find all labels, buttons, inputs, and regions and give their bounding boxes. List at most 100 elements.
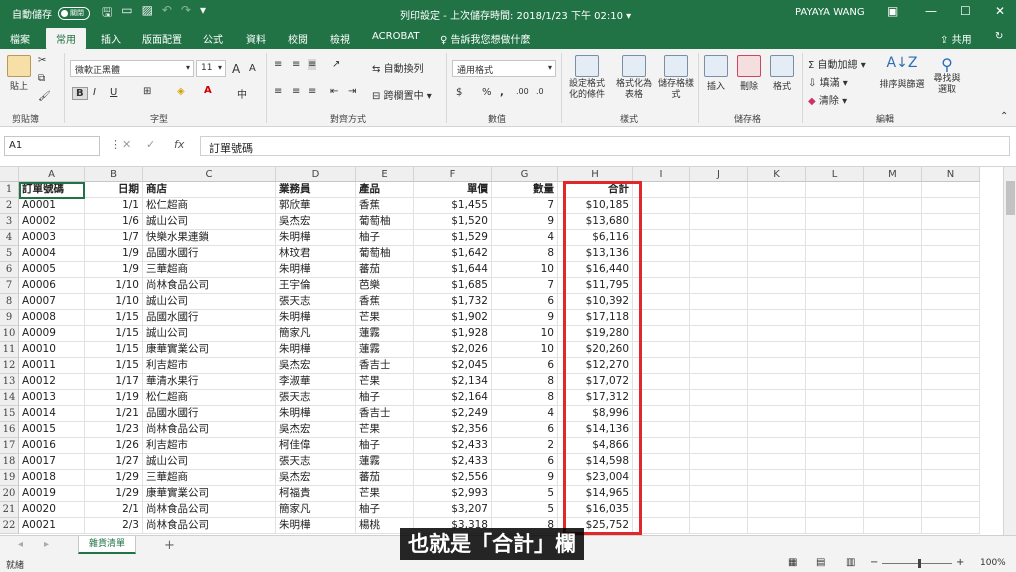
empty-cell[interactable] <box>806 182 864 198</box>
table-cell[interactable]: $2,556 <box>414 470 492 486</box>
table-cell[interactable]: 尚林食品公司 <box>143 502 276 518</box>
table-cell[interactable]: A0017 <box>19 454 85 470</box>
empty-cell[interactable] <box>748 182 806 198</box>
page-break-view-icon[interactable]: ▥ <box>846 557 855 568</box>
table-cell[interactable]: 簡家凡 <box>276 326 356 342</box>
empty-cell[interactable] <box>864 214 922 230</box>
table-cell[interactable]: 6 <box>492 454 558 470</box>
table-cell[interactable]: A0004 <box>19 246 85 262</box>
empty-cell[interactable] <box>748 326 806 342</box>
format-painter-brush-icon[interactable]: 🖌 <box>38 91 51 102</box>
table-cell[interactable]: $1,642 <box>414 246 492 262</box>
table-cell[interactable]: 蓮霧 <box>356 326 414 342</box>
empty-cell[interactable] <box>864 438 922 454</box>
table-cell[interactable]: 張天志 <box>276 454 356 470</box>
empty-cell[interactable] <box>690 326 748 342</box>
merge-center-button[interactable]: ⊟ 跨欄置中 ▾ <box>372 87 432 102</box>
empty-cell[interactable] <box>806 246 864 262</box>
table-cell[interactable]: 1/1 <box>85 198 143 214</box>
empty-cell[interactable] <box>922 214 980 230</box>
table-cell[interactable]: $2,134 <box>414 374 492 390</box>
table-cell[interactable]: 6 <box>492 422 558 438</box>
tab-data[interactable]: 資料 <box>246 31 266 46</box>
table-cell[interactable]: 康華實業公司 <box>143 486 276 502</box>
row-header[interactable]: 11 <box>0 342 19 358</box>
align-bottom-icon[interactable]: ≡ <box>308 59 317 70</box>
empty-cell[interactable] <box>748 374 806 390</box>
table-cell[interactable]: 吳杰宏 <box>276 422 356 438</box>
table-cell[interactable]: 康華實業公司 <box>143 342 276 358</box>
table-cell[interactable]: 9 <box>492 310 558 326</box>
table-cell[interactable]: 松仁超商 <box>143 390 276 406</box>
empty-cell[interactable] <box>806 310 864 326</box>
history-icon[interactable]: ↻ <box>995 31 1003 42</box>
conditional-format-button[interactable]: 設定格式化的條件 <box>565 55 609 101</box>
table-cell[interactable]: A0001 <box>19 198 85 214</box>
table-cell[interactable]: 張天志 <box>276 294 356 310</box>
table-cell[interactable]: 蓮霧 <box>356 454 414 470</box>
empty-cell[interactable] <box>806 470 864 486</box>
empty-cell[interactable] <box>864 486 922 502</box>
empty-cell[interactable] <box>748 262 806 278</box>
row-header[interactable]: 9 <box>0 310 19 326</box>
font-size-select[interactable]: 11 <box>196 60 226 77</box>
empty-cell[interactable] <box>748 230 806 246</box>
close-icon[interactable]: ✕ <box>995 4 1005 18</box>
table-cell[interactable]: A0006 <box>19 278 85 294</box>
border-icon[interactable]: ⊞ <box>143 86 151 97</box>
comma-button[interactable]: , <box>500 87 504 98</box>
table-cell[interactable]: 芒果 <box>356 422 414 438</box>
empty-cell[interactable] <box>690 502 748 518</box>
table-cell[interactable]: 1/27 <box>85 454 143 470</box>
empty-cell[interactable] <box>690 406 748 422</box>
worksheet-grid[interactable]: A B C D E F G H I J K L M N 1 訂單號碼 日期 商店 業務員 產品 單價 數量 合計 2 A0001… <box>0 167 1016 535</box>
empty-cell[interactable] <box>864 390 922 406</box>
table-cell[interactable]: 吳杰宏 <box>276 214 356 230</box>
align-right-icon[interactable]: ≡ <box>308 86 316 97</box>
header-cell[interactable]: 數量 <box>492 182 558 198</box>
zoom-thumb[interactable] <box>918 559 921 568</box>
redo-icon[interactable]: ↷ <box>181 3 191 24</box>
table-cell[interactable]: 蕃茄 <box>356 262 414 278</box>
table-cell[interactable]: $2,433 <box>414 454 492 470</box>
empty-cell[interactable] <box>748 198 806 214</box>
tab-review[interactable]: 校閱 <box>288 31 308 46</box>
empty-cell[interactable] <box>748 358 806 374</box>
row-header[interactable]: 15 <box>0 406 19 422</box>
table-cell[interactable]: 尚林食品公司 <box>143 422 276 438</box>
minimize-icon[interactable]: — <box>925 4 937 18</box>
shrink-font-button[interactable]: A <box>249 63 256 74</box>
table-cell[interactable]: 1/9 <box>85 246 143 262</box>
empty-cell[interactable] <box>806 502 864 518</box>
empty-cell[interactable] <box>864 358 922 374</box>
header-cell[interactable]: 產品 <box>356 182 414 198</box>
share-button[interactable]: ⇪ 共用 <box>940 31 972 46</box>
empty-cell[interactable] <box>806 278 864 294</box>
empty-cell[interactable] <box>690 438 748 454</box>
empty-cell[interactable] <box>806 262 864 278</box>
empty-cell[interactable] <box>748 438 806 454</box>
empty-cell[interactable] <box>690 518 748 534</box>
empty-cell[interactable] <box>806 486 864 502</box>
empty-cell[interactable] <box>690 198 748 214</box>
empty-cell[interactable] <box>690 454 748 470</box>
table-cell[interactable]: A0013 <box>19 390 85 406</box>
empty-cell[interactable] <box>806 342 864 358</box>
table-cell[interactable]: $1,529 <box>414 230 492 246</box>
table-cell[interactable]: 香蕉 <box>356 198 414 214</box>
table-cell[interactable]: 朱明樺 <box>276 406 356 422</box>
row-header[interactable]: 5 <box>0 246 19 262</box>
column-header-k[interactable]: K <box>748 167 806 182</box>
number-format-select[interactable]: 通用格式 <box>452 60 556 77</box>
empty-cell[interactable] <box>690 486 748 502</box>
empty-cell[interactable] <box>748 518 806 534</box>
paste-button[interactable]: 貼上 <box>4 55 34 92</box>
empty-cell[interactable] <box>690 470 748 486</box>
empty-cell[interactable] <box>864 230 922 246</box>
table-cell[interactable]: 芒果 <box>356 486 414 502</box>
row-header[interactable]: 21 <box>0 502 19 518</box>
table-cell[interactable]: 柚子 <box>356 230 414 246</box>
table-cell[interactable]: 吳杰宏 <box>276 470 356 486</box>
table-cell[interactable]: 品國水國行 <box>143 246 276 262</box>
empty-cell[interactable] <box>922 438 980 454</box>
